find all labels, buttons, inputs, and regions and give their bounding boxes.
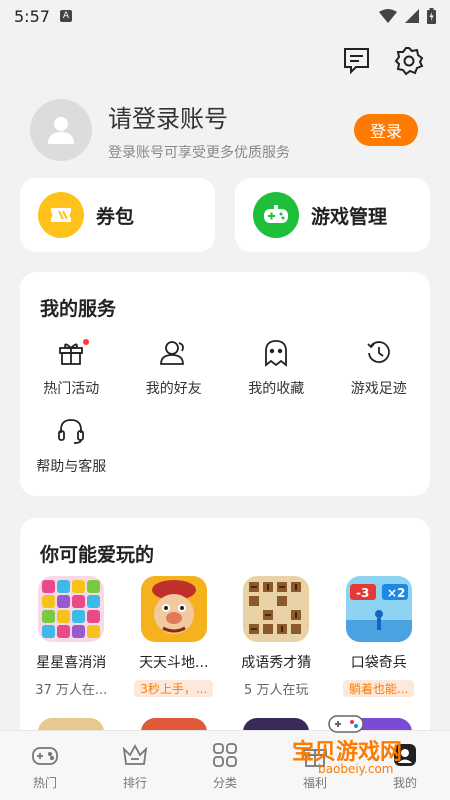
- service-hot-events[interactable]: 热门活动: [20, 338, 123, 398]
- service-label: 我的好友: [145, 381, 202, 397]
- tab-category[interactable]: 分类: [180, 731, 270, 800]
- coupon-wallet-label: 券包: [96, 205, 135, 228]
- watermark-url: baobeiy.com: [318, 762, 394, 776]
- game-tag: 躺着也能...: [343, 679, 415, 697]
- login-prompt-title[interactable]: 请登录账号: [108, 99, 290, 134]
- game-name: 成语秀才猜: [241, 655, 312, 671]
- headset-icon: [56, 416, 86, 446]
- service-label: 游戏足迹: [350, 381, 407, 397]
- svg-text:-3: -3: [356, 586, 369, 600]
- watermark: 宝贝游戏网 baobeiy.com: [292, 712, 422, 782]
- login-prompt-subtitle: 登录账号可享受更多优质服务: [108, 144, 290, 161]
- status-bar: 5:57 A: [0, 0, 450, 32]
- game-icon-idiom-scholar: [243, 576, 310, 642]
- battery-icon: [427, 8, 436, 24]
- game-icon-pocket-troops: -3 ×2: [345, 576, 412, 642]
- status-icons: [379, 8, 436, 24]
- services-title: 我的服务: [40, 298, 117, 320]
- game-item[interactable]: -3 ×2 口袋奇兵 躺着也能...: [328, 576, 431, 698]
- game-name: 口袋奇兵: [350, 655, 407, 671]
- my-services-card: 我的服务 热门活动 我的好友 我的收藏 游戏足迹 帮助与客服: [20, 272, 430, 496]
- grid-icon: [210, 740, 240, 770]
- tab-hot[interactable]: 热门: [0, 731, 90, 800]
- games-title: 你可能爱玩的: [40, 544, 155, 566]
- service-label: 帮助与客服: [36, 459, 107, 475]
- history-icon: [364, 338, 394, 368]
- tab-label: 排行: [122, 776, 147, 790]
- settings-gear-icon[interactable]: [394, 46, 424, 76]
- signal-icon: [405, 9, 419, 23]
- ticket-icon: [38, 192, 84, 238]
- controller-logo-icon: [328, 715, 364, 733]
- new-dot: [83, 339, 90, 345]
- quick-actions: 券包 游戏管理: [20, 178, 430, 252]
- profile-section: 请登录账号 登录账号可享受更多优质服务 登录: [30, 98, 418, 162]
- game-tag-wrap: 3秒上手，...: [134, 678, 214, 698]
- game-management-card[interactable]: 游戏管理: [235, 178, 430, 252]
- coupon-wallet-card[interactable]: 券包: [20, 178, 215, 252]
- game-icon-star-match: [38, 576, 105, 642]
- tab-label: 热门: [32, 776, 57, 790]
- service-my-friends[interactable]: 我的好友: [123, 338, 226, 398]
- wifi-icon: [379, 9, 397, 23]
- status-time: 5:57: [14, 6, 50, 26]
- service-game-history[interactable]: 游戏足迹: [328, 338, 431, 398]
- user-placeholder-icon: [48, 117, 74, 144]
- friends-icon: [159, 338, 189, 368]
- game-tag-wrap: 躺着也能...: [343, 678, 415, 698]
- game-item[interactable]: 星星喜消消 37 万人在...: [20, 576, 123, 698]
- game-players: 5 万人在玩: [244, 682, 309, 698]
- gamepad-icon: [30, 740, 60, 770]
- gift-icon: [56, 338, 90, 368]
- avatar[interactable]: [30, 99, 92, 161]
- game-icon-doudizhu: [140, 576, 207, 642]
- game-name: 天天斗地...: [139, 655, 209, 671]
- service-label: 我的收藏: [248, 381, 305, 397]
- service-help-support[interactable]: 帮助与客服: [20, 416, 123, 476]
- top-actions: [342, 46, 424, 76]
- game-item[interactable]: 成语秀才猜 5 万人在玩: [225, 576, 328, 698]
- message-icon[interactable]: [342, 46, 372, 76]
- svg-text:×2: ×2: [387, 586, 405, 600]
- crown-icon: [120, 740, 150, 770]
- service-label: 热门活动: [43, 381, 100, 397]
- game-name: 星星喜消消: [36, 655, 107, 671]
- game-item[interactable]: 天天斗地... 3秒上手，...: [123, 576, 226, 698]
- game-tag: 3秒上手，...: [134, 679, 214, 697]
- service-my-favorites[interactable]: 我的收藏: [225, 338, 328, 398]
- gamepad-icon: [253, 192, 299, 238]
- ghost-icon: [261, 338, 291, 368]
- tab-label: 分类: [212, 776, 237, 790]
- tab-ranking[interactable]: 排行: [90, 731, 180, 800]
- login-button[interactable]: 登录: [354, 114, 418, 146]
- game-players: 37 万人在...: [35, 682, 108, 698]
- notification-badge: A: [59, 10, 72, 22]
- game-management-label: 游戏管理: [311, 205, 388, 228]
